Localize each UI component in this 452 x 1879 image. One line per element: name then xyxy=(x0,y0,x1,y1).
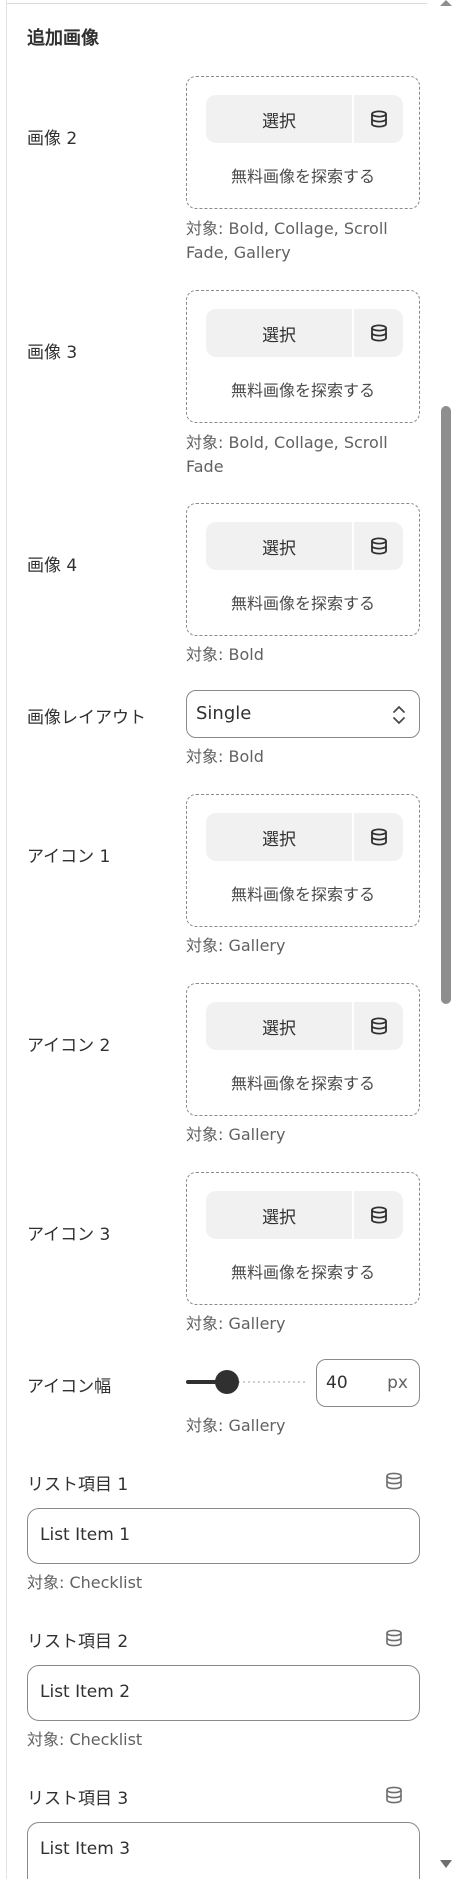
image4-dynamic-source-button[interactable] xyxy=(354,522,403,570)
image4-hint: 対象: Bold xyxy=(186,645,264,664)
list-item2-hint: 対象: Checklist xyxy=(27,1730,143,1749)
icon-width-slider[interactable] xyxy=(186,1370,306,1394)
image2-button-group: 選択 xyxy=(206,95,403,143)
icon2-label: アイコン 2 xyxy=(27,1036,111,1056)
database-icon[interactable] xyxy=(384,1628,404,1648)
list-item1-value: List Item 1 xyxy=(40,1525,131,1545)
icon3-select-button[interactable]: 選択 xyxy=(206,1191,352,1239)
scroll-up-arrow-icon[interactable] xyxy=(440,0,452,6)
database-icon xyxy=(370,828,387,846)
icon-width-value: 40 xyxy=(326,1373,348,1393)
layout-select[interactable]: Single xyxy=(186,690,420,738)
image2-select-button[interactable]: 選択 xyxy=(206,95,352,143)
icon1-hint: 対象: Gallery xyxy=(186,936,286,955)
section-title: 追加画像 xyxy=(27,28,99,49)
database-icon[interactable] xyxy=(384,1471,404,1491)
settings-panel: 追加画像 画像 2 選択 無料画像を探索する 対象: Bold, Collage… xyxy=(6,0,437,1879)
list-item3-label: リスト項目 3 xyxy=(27,1789,129,1809)
icon1-picker: 選択 無料画像を探索する xyxy=(186,794,420,927)
icon2-picker: 選択 無料画像を探索する xyxy=(186,983,420,1116)
icon3-picker: 選択 無料画像を探索する xyxy=(186,1172,420,1305)
icon2-button-group: 選択 xyxy=(206,1002,403,1050)
image2-label: 画像 2 xyxy=(27,129,78,149)
database-icon[interactable] xyxy=(384,1785,404,1805)
list-item2-value: List Item 2 xyxy=(40,1682,131,1702)
list-item2-label: リスト項目 2 xyxy=(27,1632,129,1652)
list-item1-label: リスト項目 1 xyxy=(27,1475,129,1495)
icon3-label: アイコン 3 xyxy=(27,1225,111,1245)
icon3-button-group: 選択 xyxy=(206,1191,403,1239)
icon1-dynamic-source-button[interactable] xyxy=(354,813,403,861)
database-icon xyxy=(370,324,387,342)
layout-select-value: Single xyxy=(196,703,252,724)
list-item3-value: List Item 3 xyxy=(40,1839,131,1859)
scrollbar[interactable] xyxy=(437,0,452,1879)
image3-explore-free-images-link[interactable]: 無料画像を探索する xyxy=(187,377,419,401)
image3-dynamic-source-button[interactable] xyxy=(354,309,403,357)
image4-explore-free-images-link[interactable]: 無料画像を探索する xyxy=(187,590,419,614)
icon1-select-button[interactable]: 選択 xyxy=(206,813,352,861)
chevron-up-down-icon xyxy=(393,706,405,724)
list-item1-hint: 対象: Checklist xyxy=(27,1573,143,1592)
icon2-hint: 対象: Gallery xyxy=(186,1125,286,1144)
icon3-explore-free-images-link[interactable]: 無料画像を探索する xyxy=(187,1259,419,1283)
database-icon xyxy=(370,1206,387,1224)
image2-picker: 選択 無料画像を探索する xyxy=(186,76,420,209)
icon1-explore-free-images-link[interactable]: 無料画像を探索する xyxy=(187,881,419,905)
image2-hint: 対象: Bold, Collage, Scroll Fade, Gallery xyxy=(186,219,388,262)
image4-label: 画像 4 xyxy=(27,556,78,576)
image2-explore-free-images-link[interactable]: 無料画像を探索する xyxy=(187,163,419,187)
image3-hint: 対象: Bold, Collage, Scroll Fade xyxy=(186,433,388,476)
icon-width-input[interactable]: 40 px xyxy=(316,1359,420,1407)
database-icon xyxy=(370,1017,387,1035)
icon2-select-button[interactable]: 選択 xyxy=(206,1002,352,1050)
database-icon xyxy=(370,110,387,128)
image3-select-button[interactable]: 選択 xyxy=(206,309,352,357)
database-icon xyxy=(370,537,387,555)
image3-picker: 選択 無料画像を探索する xyxy=(186,290,420,423)
list-item3-input[interactable]: List Item 3 xyxy=(27,1822,420,1879)
icon2-explore-free-images-link[interactable]: 無料画像を探索する xyxy=(187,1070,419,1094)
icon3-dynamic-source-button[interactable] xyxy=(354,1191,403,1239)
icon-width-unit: px xyxy=(387,1373,408,1393)
icon1-label: アイコン 1 xyxy=(27,847,111,867)
divider xyxy=(7,0,427,4)
icon1-button-group: 選択 xyxy=(206,813,403,861)
image3-button-group: 選択 xyxy=(206,309,403,357)
list-item1-input[interactable]: List Item 1 xyxy=(27,1508,420,1564)
image4-button-group: 選択 xyxy=(206,522,403,570)
scrollbar-thumb[interactable] xyxy=(441,406,451,1004)
icon-width-label: アイコン幅 xyxy=(27,1377,112,1397)
image4-picker: 選択 無料画像を探索する xyxy=(186,503,420,636)
slider-track xyxy=(228,1381,306,1383)
icon2-dynamic-source-button[interactable] xyxy=(354,1002,403,1050)
image2-dynamic-source-button[interactable] xyxy=(354,95,403,143)
slider-thumb[interactable] xyxy=(215,1370,239,1394)
list-item2-input[interactable]: List Item 2 xyxy=(27,1665,420,1721)
image4-select-button[interactable]: 選択 xyxy=(206,522,352,570)
icon-width-hint: 対象: Gallery xyxy=(186,1416,286,1435)
layout-hint: 対象: Bold xyxy=(186,747,264,766)
image3-label: 画像 3 xyxy=(27,343,78,363)
icon3-hint: 対象: Gallery xyxy=(186,1314,286,1333)
scroll-down-arrow-icon[interactable] xyxy=(440,1860,452,1868)
layout-label: 画像レイアウト xyxy=(27,708,146,728)
